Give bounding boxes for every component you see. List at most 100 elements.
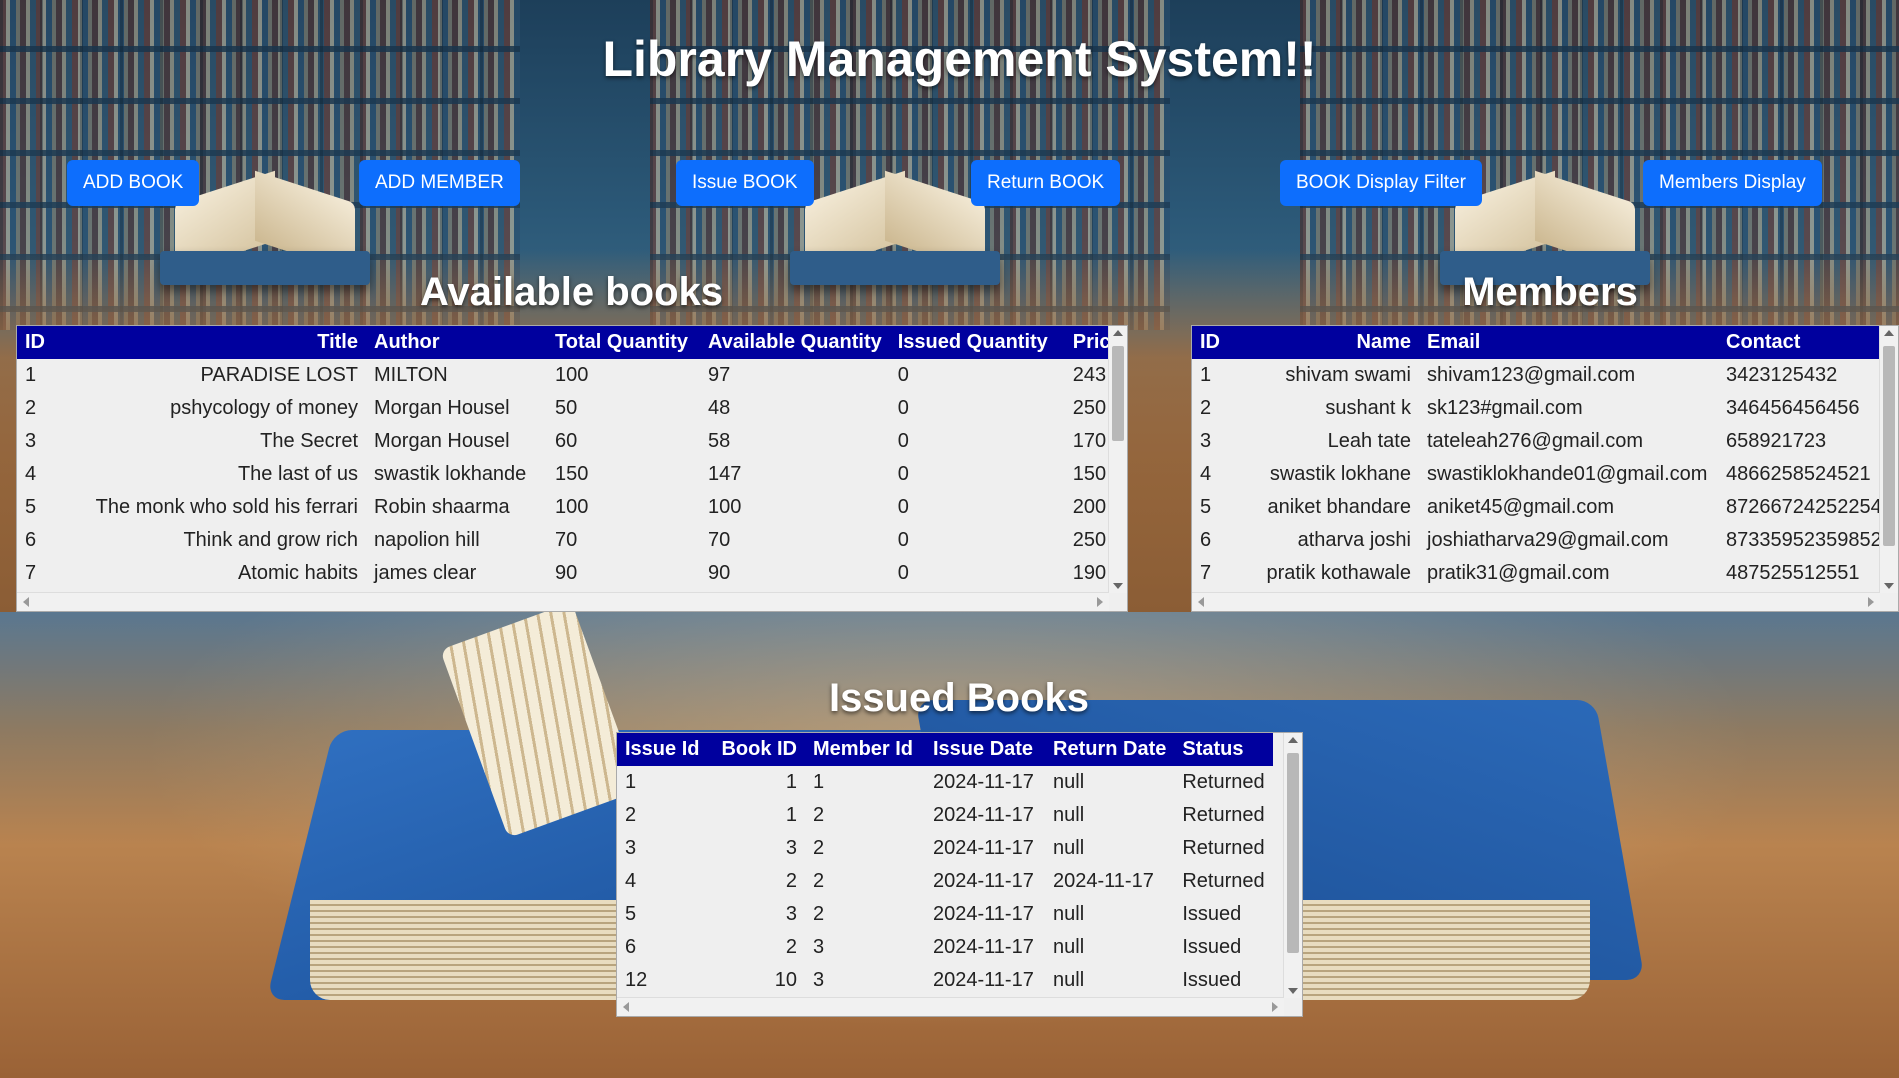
scrollbar-thumb[interactable] xyxy=(1112,346,1124,441)
scroll-down-icon[interactable] xyxy=(1113,583,1123,589)
table-cell: 2024-11-17 xyxy=(1053,870,1154,892)
table-cell: 0 xyxy=(897,529,909,551)
table-cell: 4 xyxy=(1200,463,1212,485)
scroll-right-icon[interactable] xyxy=(1272,1002,1278,1012)
table-cell: 90 xyxy=(555,562,578,584)
column-header: Status xyxy=(1174,733,1273,766)
table-cell: 2 xyxy=(1200,397,1212,419)
add-member-button[interactable]: ADD MEMBER xyxy=(359,160,520,206)
table-row: 4 2 2 2024-11-17 2024-11-17 Returned xyxy=(617,865,1273,898)
table-cell: Leah tate xyxy=(1327,430,1411,452)
table-cell: Returned xyxy=(1182,837,1265,859)
table-cell: Returned xyxy=(1182,870,1265,892)
table-cell: 7 xyxy=(25,562,37,584)
table-cell: 0 xyxy=(897,562,909,584)
table-cell: null xyxy=(1053,771,1085,793)
table-row: 1 1 1 2024-11-17 null Returned xyxy=(617,766,1273,799)
add-book-button[interactable]: ADD BOOK xyxy=(67,160,200,206)
table-cell: 2 xyxy=(813,837,825,859)
table-cell: 1 xyxy=(625,771,637,793)
scroll-up-icon[interactable] xyxy=(1113,330,1123,336)
table-row: 12 10 3 2024-11-17 null Issued xyxy=(617,964,1273,997)
issued-horizontal-scrollbar[interactable] xyxy=(617,997,1284,1016)
issued-vertical-scrollbar[interactable] xyxy=(1283,733,1302,998)
scroll-up-icon[interactable] xyxy=(1288,737,1298,743)
table-cell: 1 xyxy=(785,771,797,793)
scroll-up-icon[interactable] xyxy=(1884,330,1894,336)
column-header: Author xyxy=(366,326,547,359)
members-vertical-scrollbar[interactable] xyxy=(1879,326,1898,593)
scroll-down-icon[interactable] xyxy=(1884,583,1894,589)
table-cell: 2 xyxy=(25,397,37,419)
table-row: 3 The Secret Morgan Housel 60 58 0 170 xyxy=(17,425,1127,458)
column-header: Contact xyxy=(1718,326,1898,359)
table-cell: 3 xyxy=(25,430,37,452)
book-display-filter-button[interactable]: BOOK Display Filter xyxy=(1280,160,1482,206)
table-cell: 4 xyxy=(25,463,37,485)
table-cell: Issued xyxy=(1182,969,1242,991)
table-cell: 1 xyxy=(25,364,37,386)
scroll-right-icon[interactable] xyxy=(1868,597,1874,607)
return-book-button[interactable]: Return BOOK xyxy=(971,160,1121,206)
table-cell: null xyxy=(1053,936,1085,958)
scrollbar-thumb[interactable] xyxy=(1883,346,1895,546)
table-cell: 6 xyxy=(25,529,37,551)
table-row: 4 swastik lokhane swastiklokhande01@gmail.… xyxy=(1192,458,1898,491)
books-vertical-scrollbar[interactable] xyxy=(1108,326,1127,593)
scroll-left-icon[interactable] xyxy=(23,597,29,607)
table-cell: The monk who sold his ferrari xyxy=(95,496,358,518)
table-cell: 3423125432 xyxy=(1726,364,1838,386)
table-cell: 7 xyxy=(1200,562,1212,584)
table-cell: Think and grow rich xyxy=(183,529,358,551)
scrollbar-thumb[interactable] xyxy=(1287,753,1299,953)
column-header: Available Quantity xyxy=(700,326,890,359)
table-cell: Returned xyxy=(1182,771,1265,793)
table-cell: 2 xyxy=(625,804,637,826)
issued-books-table: Issue Id Book ID Member Id Issue Date Return… xyxy=(617,733,1273,997)
books-horizontal-scrollbar[interactable] xyxy=(17,592,1109,611)
column-header: Issue Date xyxy=(925,733,1045,766)
table-cell: pratik kothawale xyxy=(1266,562,1411,584)
table-cell: Robin shaarma xyxy=(374,496,510,518)
table-cell: 2024-11-17 xyxy=(933,804,1034,826)
table-row: 3 Leah tate tateleah276@gmail.com 658921723 xyxy=(1192,425,1898,458)
issued-table-panel: Issue Id Book ID Member Id Issue Date Return… xyxy=(616,732,1303,1017)
table-cell: 2 xyxy=(813,903,825,925)
scroll-right-icon[interactable] xyxy=(1097,597,1103,607)
table-cell: swastik lokhane xyxy=(1269,463,1411,485)
table-cell: 2024-11-17 xyxy=(933,903,1034,925)
table-cell: null xyxy=(1053,903,1085,925)
table-row: 2 sushant k sk123#gmail.com 346456456456 xyxy=(1192,392,1898,425)
table-cell: 2 xyxy=(813,804,825,826)
table-cell: 6 xyxy=(625,936,637,958)
table-cell: shivam123@gmail.com xyxy=(1427,364,1636,386)
table-cell: 6 xyxy=(1200,529,1212,551)
books-table: ID Title Author Total Quantity Available Qua… xyxy=(17,326,1127,590)
scroll-left-icon[interactable] xyxy=(1198,597,1204,607)
table-cell: 4866258524521 xyxy=(1726,463,1871,485)
table-cell: 3 xyxy=(625,837,637,859)
table-row: 6 Think and grow rich napolion hill 70 70 0 25… xyxy=(17,524,1127,557)
issue-book-button[interactable]: Issue BOOK xyxy=(676,160,814,206)
table-cell: 1 xyxy=(785,804,797,826)
scroll-down-icon[interactable] xyxy=(1288,988,1298,994)
table-cell: 100 xyxy=(555,364,589,386)
table-cell: james clear xyxy=(374,562,477,584)
table-cell: 58 xyxy=(708,430,731,452)
table-cell: 2 xyxy=(785,936,797,958)
column-header: Member Id xyxy=(805,733,925,766)
column-header: Email xyxy=(1419,326,1718,359)
column-header: Book ID xyxy=(711,733,805,766)
table-row: 1 shivam swami shivam123@gmail.com 34231254… xyxy=(1192,359,1898,392)
table-cell: 3 xyxy=(813,969,825,991)
column-header: Issued Quantity xyxy=(889,326,1065,359)
issued-books-heading: Issued Books xyxy=(828,676,1090,720)
members-display-button[interactable]: Members Display xyxy=(1643,160,1822,206)
scroll-left-icon[interactable] xyxy=(623,1002,629,1012)
table-row: 5 The monk who sold his ferrari Robin shaa… xyxy=(17,491,1127,524)
table-row: 2 1 2 2024-11-17 null Returned xyxy=(617,799,1273,832)
table-row: 3 3 2 2024-11-17 null Returned xyxy=(617,832,1273,865)
table-cell: tateleah276@gmail.com xyxy=(1427,430,1643,452)
table-cell: 2 xyxy=(813,870,825,892)
members-horizontal-scrollbar[interactable] xyxy=(1192,592,1880,611)
